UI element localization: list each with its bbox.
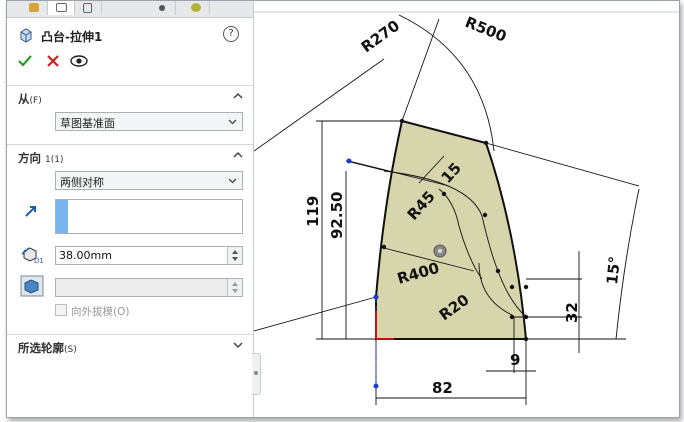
svg-text:D1: D1 <box>34 257 43 265</box>
section-selected-contours-title: 所选轮廓(S) <box>18 341 77 355</box>
depth-spinner[interactable] <box>227 247 242 264</box>
property-manager-panel: 凸台-拉伸1 ? 从(F) 草图基准面 方向 1(1) 两侧对称 D1 38.0… <box>7 1 254 417</box>
boss-extrude-icon <box>20 28 32 43</box>
section-direction1-title: 方向 1(1) <box>18 151 64 165</box>
crosshair-icon <box>159 5 165 11</box>
dimension-angle-15[interactable]: 15° <box>603 255 624 285</box>
end-condition-value: 两侧对称 <box>60 176 104 189</box>
preview-eye-icon[interactable] <box>69 53 89 69</box>
depth-input[interactable]: 38.00mm <box>55 246 243 265</box>
depth-value: 38.00mm <box>59 249 112 262</box>
dimension-r500[interactable]: R500 <box>463 13 509 46</box>
draft-toggle-icon[interactable] <box>20 275 44 297</box>
sketch-origin-center <box>438 249 442 253</box>
help-icon[interactable]: ? <box>223 26 239 42</box>
feature-tree-icon <box>29 3 39 12</box>
manager-tabs <box>7 1 253 18</box>
appearance-icon <box>191 3 201 12</box>
from-select[interactable]: 草图基准面 <box>55 112 243 131</box>
dimension-32[interactable]: 32 <box>563 302 581 323</box>
selection-highlight <box>56 200 68 233</box>
tab-feature-manager[interactable] <box>21 1 48 15</box>
from-select-value: 草图基准面 <box>60 117 115 130</box>
cancel-x-icon[interactable] <box>45 53 61 69</box>
chevron-down-icon[interactable] <box>233 341 243 349</box>
section-selected-contours-header[interactable]: 所选轮廓(S) <box>7 334 253 357</box>
end-condition-select[interactable]: 两侧对称 <box>55 171 243 190</box>
dimension-9[interactable]: 9 <box>510 351 520 369</box>
tab-display-manager[interactable] <box>183 1 210 15</box>
draft-outward-checkbox-row: 向外拔模(O) <box>55 304 129 319</box>
dimension-82[interactable]: 82 <box>432 379 453 397</box>
chevron-up-icon[interactable] <box>233 92 243 100</box>
draft-angle-spinner <box>227 279 242 296</box>
action-buttons <box>7 51 253 73</box>
property-icon <box>56 3 67 12</box>
window-frame: 凸台-拉伸1 ? 从(F) 草图基准面 方向 1(1) 两侧对称 D1 38.0… <box>6 0 680 418</box>
chevron-down-icon <box>228 119 237 125</box>
tab-dimxpert[interactable] <box>149 1 176 15</box>
dimension-r270[interactable]: R270 <box>358 16 403 56</box>
draft-angle-input <box>55 278 243 297</box>
sketch-point[interactable] <box>346 158 352 164</box>
section-from-title: 从(F) <box>18 92 42 106</box>
draft-outward-checkbox <box>55 304 67 316</box>
chevron-up-icon[interactable] <box>233 151 243 159</box>
sketch-point[interactable] <box>373 294 379 300</box>
sketch-canvas[interactable]: R270 R500 R45 15 R400 R20 119 92.50 15° … <box>254 1 679 417</box>
dimension-92-50[interactable]: 92.50 <box>328 192 346 239</box>
dimension-119[interactable]: 119 <box>304 196 322 227</box>
depth-dimension-icon: D1 <box>21 247 43 265</box>
feature-title: 凸台-拉伸1 <box>41 30 103 44</box>
draft-outward-label: 向外拔模(O) <box>71 306 130 318</box>
direction-reference-listbox[interactable] <box>55 199 243 234</box>
tab-property-manager[interactable] <box>48 1 75 15</box>
ok-check-icon[interactable] <box>17 53 33 69</box>
chevron-down-icon <box>228 178 237 184</box>
feature-title-row: 凸台-拉伸1 ? <box>7 23 253 47</box>
reverse-direction-arrow-icon[interactable] <box>23 204 39 218</box>
sketch-point[interactable] <box>373 383 379 389</box>
tab-configuration-manager[interactable] <box>75 1 102 15</box>
config-icon <box>83 3 92 13</box>
section-from-header[interactable]: 从(F) <box>7 85 253 108</box>
section-direction1-header[interactable]: 方向 1(1) <box>7 144 253 167</box>
